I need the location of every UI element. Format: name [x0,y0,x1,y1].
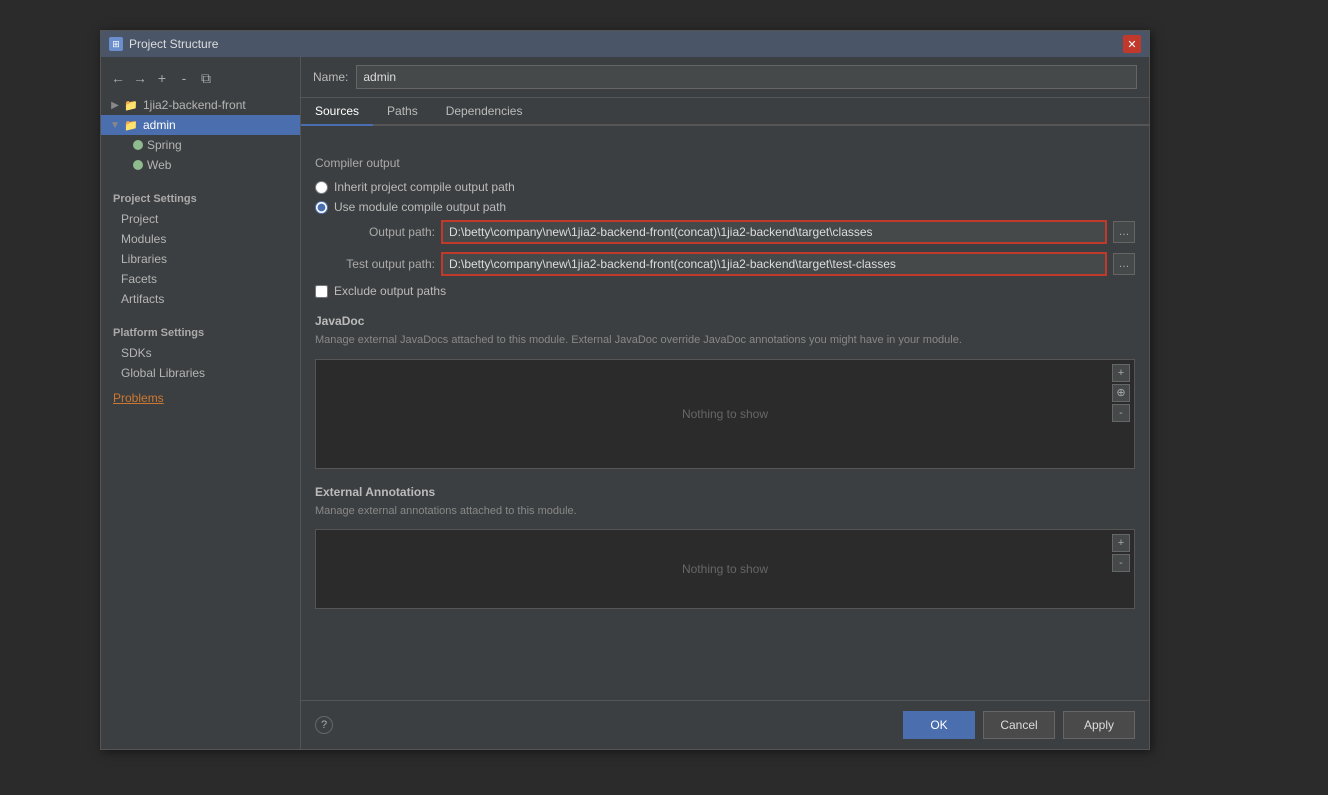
inherit-label: Inherit project compile output path [334,180,515,194]
dialog-icon: ⊞ [109,37,123,51]
sidebar-item-facets[interactable]: Facets [101,269,300,289]
dialog-footer: ? OK Cancel Apply [301,700,1149,749]
forward-button[interactable]: → [131,69,149,87]
test-output-path-input[interactable] [441,252,1107,276]
ext-annotations-empty-text: Nothing to show [316,530,1134,608]
javadoc-title: JavaDoc [315,314,1135,328]
dialog-title: Project Structure [129,37,218,51]
javadoc-area: Nothing to show + ⊕ - [315,359,1135,469]
remove-module-button[interactable]: - [175,69,193,87]
output-path-browse-btn[interactable]: … [1113,221,1135,243]
output-path-label: Output path: [315,225,435,239]
sidebar: ← → + - ⧉ ▶ 📁 1jia2-backend-front ▼ 📁 ad… [101,57,301,749]
help-button[interactable]: ? [315,716,333,734]
javadoc-empty-text: Nothing to show [316,360,1134,468]
test-output-browse-btn[interactable]: … [1113,253,1135,275]
output-path-row: Output path: … [315,220,1135,244]
sidebar-item-libraries[interactable]: Libraries [101,249,300,269]
ext-annotations-title: External Annotations [315,485,1135,499]
dialog-body: ← → + - ⧉ ▶ 📁 1jia2-backend-front ▼ 📁 ad… [101,57,1149,749]
name-row: Name: [301,57,1149,98]
tree-label-web: Web [147,158,171,172]
ext-annotations-toolbar: + - [1112,534,1130,572]
apply-button[interactable]: Apply [1063,711,1135,739]
content-area: Compiler output Inherit project compile … [301,126,1149,700]
tab-sources[interactable]: Sources [301,98,373,126]
tab-dependencies[interactable]: Dependencies [432,98,537,126]
copy-module-button[interactable]: ⧉ [197,69,215,87]
tabs-row: Sources Paths Dependencies [301,98,1149,126]
web-leaf-icon [133,160,143,170]
ext-annotations-section: External Annotations Manage external ann… [315,485,1135,610]
sidebar-item-project[interactable]: Project [101,209,300,229]
use-module-radio[interactable] [315,201,328,214]
sidebar-item-modules[interactable]: Modules [101,229,300,249]
dialog-titlebar: ⊞ Project Structure ✕ [101,31,1149,57]
tree-node-web[interactable]: Web [101,155,300,175]
tab-paths[interactable]: Paths [373,98,432,126]
main-content: Name: Sources Paths Dependencies Compile… [301,57,1149,749]
inherit-radio-row: Inherit project compile output path [315,180,1135,194]
ext-annotations-area: Nothing to show + - [315,529,1135,609]
dialog-title-area: ⊞ Project Structure [109,37,218,51]
sidebar-item-artifacts[interactable]: Artifacts [101,289,300,309]
compiler-output-section: Compiler output Inherit project compile … [315,156,1135,298]
tree-node-backend-front[interactable]: ▶ 📁 1jia2-backend-front [101,95,300,115]
sidebar-item-global-libraries[interactable]: Global Libraries [101,363,300,383]
project-structure-dialog: ⊞ Project Structure ✕ ← → + - ⧉ ▶ 📁 1jia… [100,30,1150,750]
tree-arrow-admin-icon: ▼ [109,119,121,131]
exclude-checkbox[interactable] [315,285,328,298]
output-path-input[interactable] [441,220,1107,244]
test-output-path-label: Test output path: [315,257,435,271]
ext-annotations-desc: Manage external annotations attached to … [315,503,1135,520]
problems-link[interactable]: Problems [101,383,300,413]
use-module-label: Use module compile output path [334,200,506,214]
compiler-output-title: Compiler output [315,156,1135,170]
tree-label-admin: admin [143,118,176,132]
spring-leaf-icon [133,140,143,150]
name-input[interactable] [356,65,1137,89]
javadoc-section: JavaDoc Manage external JavaDocs attache… [315,314,1135,469]
ok-button[interactable]: OK [903,711,975,739]
javadoc-desc: Manage external JavaDocs attached to thi… [315,332,1135,349]
javadoc-add-btn[interactable]: + [1112,364,1130,382]
test-output-path-row: Test output path: … [315,252,1135,276]
ext-annotations-add-btn[interactable]: + [1112,534,1130,552]
javadoc-add-url-btn[interactable]: ⊕ [1112,384,1130,402]
javadoc-toolbar: + ⊕ - [1112,364,1130,422]
platform-settings-label: Platform Settings [101,321,300,343]
javadoc-remove-btn[interactable]: - [1112,404,1130,422]
tree-node-admin[interactable]: ▼ 📁 admin [101,115,300,135]
sidebar-toolbar: ← → + - ⧉ [101,65,300,91]
tree-arrow-icon: ▶ [109,99,121,111]
add-module-button[interactable]: + [153,69,171,87]
use-module-radio-row: Use module compile output path [315,200,1135,214]
close-button[interactable]: ✕ [1123,35,1141,53]
project-settings-label: Project Settings [101,187,300,209]
tree-label-backend-front: 1jia2-backend-front [143,98,246,112]
exclude-checkbox-row: Exclude output paths [315,284,1135,298]
exclude-label: Exclude output paths [334,284,446,298]
sidebar-item-sdks[interactable]: SDKs [101,343,300,363]
name-label: Name: [313,70,348,84]
inherit-radio[interactable] [315,181,328,194]
cancel-button[interactable]: Cancel [983,711,1055,739]
folder-admin-icon: 📁 [123,118,139,132]
folder-icon: 📁 [123,98,139,112]
ext-annotations-remove-btn[interactable]: - [1112,554,1130,572]
tree-node-spring[interactable]: Spring [101,135,300,155]
tree-label-spring: Spring [147,138,182,152]
back-button[interactable]: ← [109,69,127,87]
